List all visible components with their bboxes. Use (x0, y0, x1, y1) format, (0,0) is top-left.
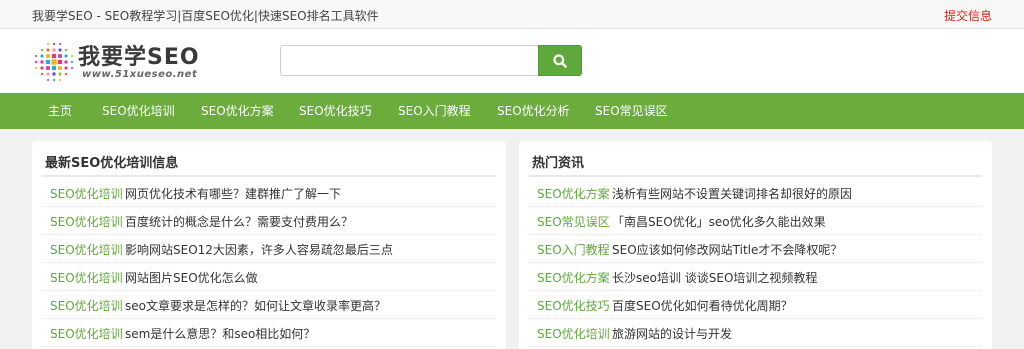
list-item: SEO优化方案 浅析有些网站不设置关键词排名却很好的原因 (529, 179, 982, 207)
list-item: SEO优化培训 网页优化技术有哪些？建群推广了解一下 (42, 179, 496, 207)
category-link[interactable]: SEO优化培训 (50, 213, 123, 230)
category-link[interactable]: SEO优化培训 (537, 325, 610, 342)
category-link[interactable]: SEO优化方案 (537, 185, 610, 202)
article-list: SEO优化培训 网页优化技术有哪些？建群推广了解一下 SEO优化培训 百度统计的概念… (42, 179, 496, 347)
article-link[interactable]: 浅析有些网站不设置关键词排名却很好的原因 (612, 185, 852, 202)
category-link[interactable]: SEO优化培训 (50, 185, 123, 202)
category-link[interactable]: SEO优化培训 (50, 269, 123, 286)
divider (42, 175, 496, 177)
panel-title: 热门资讯 (532, 156, 585, 171)
nav-item-seo-plans[interactable]: SEO优化方案 (201, 93, 274, 129)
article-link[interactable]: 「南昌SEO优化」seo优化多久能出效果 (612, 213, 826, 230)
panel-title: 最新SEO优化培训信息 (45, 156, 179, 171)
divider (529, 175, 982, 177)
category-link[interactable]: SEO优化培训 (50, 325, 123, 342)
article-link[interactable]: 长沙seo培训 谈谈SEO培训之视频教程 (612, 269, 817, 286)
nav-item-seo-training[interactable]: SEO优化培训 (102, 93, 175, 129)
logo-title: 我要学SEO (78, 45, 200, 70)
category-link[interactable]: SEO优化培训 (50, 241, 123, 258)
search-icon (553, 53, 567, 68)
top-bar: 我要学SEO - SEO教程学习|百度SEO优化|快速SEO排名工具软件 提交信… (0, 0, 1024, 29)
category-link[interactable]: SEO优化方案 (537, 269, 610, 286)
search-input[interactable] (280, 45, 538, 76)
hot-news-panel: 热门资讯 SEO优化方案 浅析有些网站不设置关键词排名却很好的原因 SEO常见误区… (519, 141, 992, 349)
logo-url: www.51xueseo.net (82, 69, 198, 80)
list-item: SEO优化培训 影响网站SEO12大因素，许多人容易疏忽最后三点 (42, 235, 496, 263)
category-link[interactable]: SEO优化技巧 (537, 297, 610, 314)
list-item: SEO优化培训 旅游网站的设计与开发 (529, 319, 982, 347)
article-link[interactable]: 旅游网站的设计与开发 (612, 325, 732, 342)
category-link[interactable]: SEO入门教程 (537, 241, 610, 258)
site-description: 我要学SEO - SEO教程学习|百度SEO优化|快速SEO排名工具软件 (32, 9, 379, 23)
logo-mosaic-icon (34, 42, 74, 82)
article-link[interactable]: seo文章要求是怎样的？如何让文章收录率更高？ (125, 297, 386, 314)
article-link[interactable]: 影响网站SEO12大因素，许多人容易疏忽最后三点 (125, 241, 393, 258)
category-link[interactable]: SEO优化培训 (50, 297, 123, 314)
article-link[interactable]: 百度SEO优化如何看待优化周期？ (612, 297, 793, 314)
list-item: SEO优化方案 长沙seo培训 谈谈SEO培训之视频教程 (529, 263, 982, 291)
nav-item-seo-tips[interactable]: SEO优化技巧 (299, 93, 372, 129)
category-link[interactable]: SEO常见误区 (537, 213, 610, 230)
latest-training-panel: 最新SEO优化培训信息 SEO优化培训 网页优化技术有哪些？建群推广了解一下 SE… (32, 141, 506, 349)
article-list: SEO优化方案 浅析有些网站不设置关键词排名却很好的原因 SEO常见误区 「南昌SE… (529, 179, 982, 347)
list-item: SEO常见误区 「南昌SEO优化」seo优化多久能出效果 (529, 207, 982, 235)
article-link[interactable]: 百度统计的概念是什么？需要支付费用么？ (125, 213, 353, 230)
article-link[interactable]: SEO应该如何修改网站Title才不会降权呢？ (612, 241, 842, 258)
nav-item-seo-mistakes[interactable]: SEO常见误区 (595, 93, 668, 129)
search-button[interactable] (538, 45, 582, 76)
main-nav: 主页 SEO优化培训 SEO优化方案 SEO优化技巧 SEO入门教程 SEO优化… (0, 93, 1024, 129)
article-link[interactable]: 网页优化技术有哪些？建群推广了解一下 (125, 185, 341, 202)
list-item: SEO优化培训 seo文章要求是怎样的？如何让文章收录率更高？ (42, 291, 496, 319)
header: 我要学SEO www.51xueseo.net (0, 29, 1024, 93)
site-logo[interactable]: 我要学SEO www.51xueseo.net (32, 38, 202, 84)
search-bar (280, 45, 582, 76)
list-item: SEO优化培训 sem是什么意思？和seo相比如何？ (42, 319, 496, 347)
nav-item-seo-analysis[interactable]: SEO优化分析 (497, 93, 570, 129)
article-link[interactable]: sem是什么意思？和seo相比如何？ (125, 325, 315, 342)
nav-item-home[interactable]: 主页 (48, 93, 72, 129)
submit-info-link[interactable]: 提交信息 (944, 7, 992, 24)
list-item: SEO入门教程 SEO应该如何修改网站Title才不会降权呢？ (529, 235, 982, 263)
nav-item-seo-beginner[interactable]: SEO入门教程 (398, 93, 471, 129)
list-item: SEO优化技巧 百度SEO优化如何看待优化周期？ (529, 291, 982, 319)
list-item: SEO优化培训 百度统计的概念是什么？需要支付费用么？ (42, 207, 496, 235)
article-link[interactable]: 网站图片SEO优化怎么做 (125, 269, 258, 286)
list-item: SEO优化培训 网站图片SEO优化怎么做 (42, 263, 496, 291)
